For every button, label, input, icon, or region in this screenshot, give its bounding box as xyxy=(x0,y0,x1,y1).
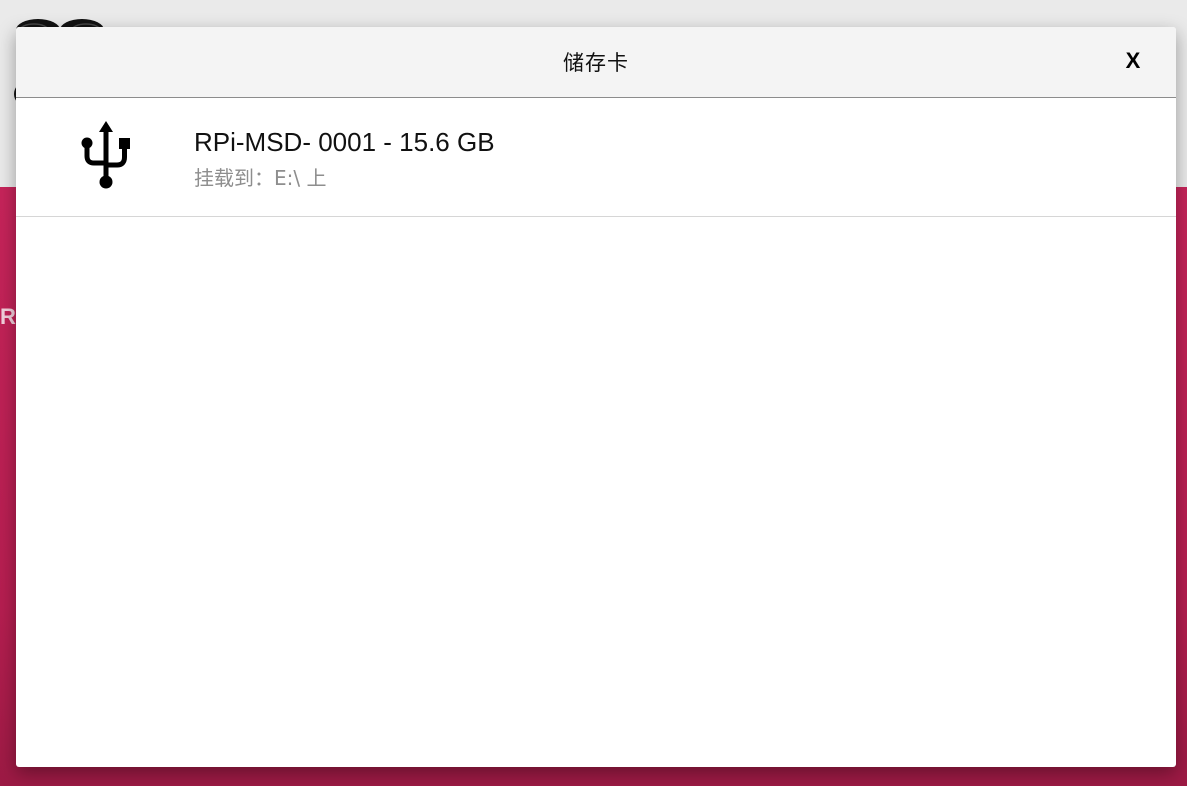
device-mount-point: 挂载到：E:\ 上 xyxy=(194,166,327,190)
device-name: RPi-MSD- 0001 - 15.6 GB xyxy=(194,127,495,157)
close-button[interactable]: X xyxy=(1118,45,1148,77)
device-list: RPi-MSD- 0001 - 15.6 GB 挂载到：E:\ 上 xyxy=(16,98,1176,217)
dialog-title: 储存卡 xyxy=(563,51,629,75)
dialog-header: 储存卡 X xyxy=(16,27,1176,98)
background-heading-fragment: R xyxy=(0,304,16,329)
usb-icon xyxy=(81,121,130,189)
device-list-item[interactable]: RPi-MSD- 0001 - 15.6 GB 挂载到：E:\ 上 xyxy=(16,98,1176,217)
storage-dialog: 储存卡 X RPi-MSD- 0001 - 15.6 GB 挂载到：E:\ 上 xyxy=(16,27,1176,767)
